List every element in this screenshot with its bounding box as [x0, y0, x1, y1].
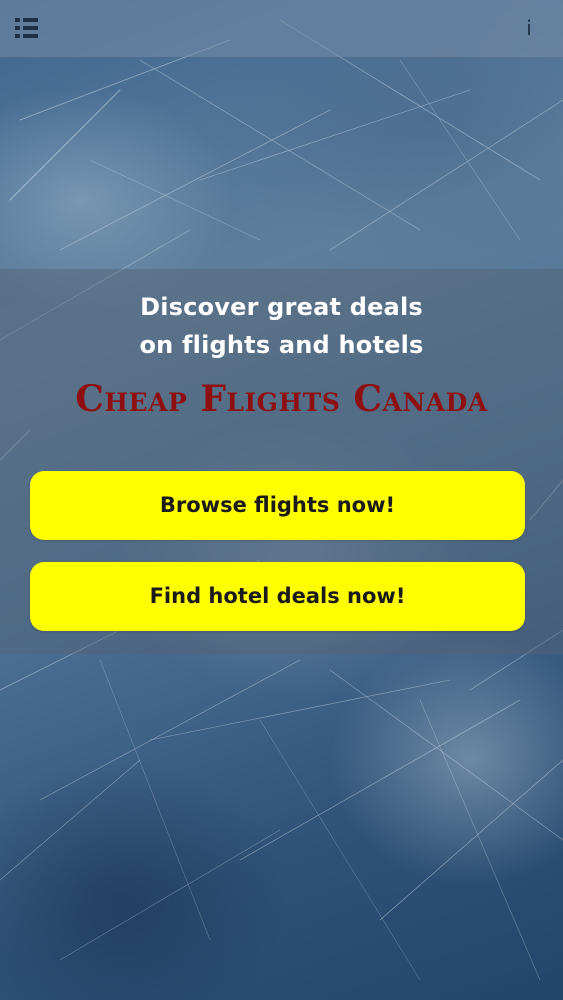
tagline: Discover great deals on flights and hote…: [0, 288, 563, 364]
tagline-line-2: on flights and hotels: [139, 331, 424, 359]
app-screen: i Discover great deals on flights and ho…: [0, 0, 563, 1000]
top-bar: i: [0, 0, 563, 57]
tagline-line-1: Discover great deals: [140, 293, 423, 321]
find-hotel-deals-button[interactable]: Find hotel deals now!: [30, 562, 525, 631]
list-menu-icon-glyph: [15, 18, 38, 38]
browse-flights-button[interactable]: Browse flights now!: [30, 471, 525, 540]
list-menu-icon[interactable]: [14, 16, 40, 40]
brand-title: Cheap Flights Canada: [75, 378, 488, 420]
info-icon[interactable]: i: [518, 14, 540, 42]
